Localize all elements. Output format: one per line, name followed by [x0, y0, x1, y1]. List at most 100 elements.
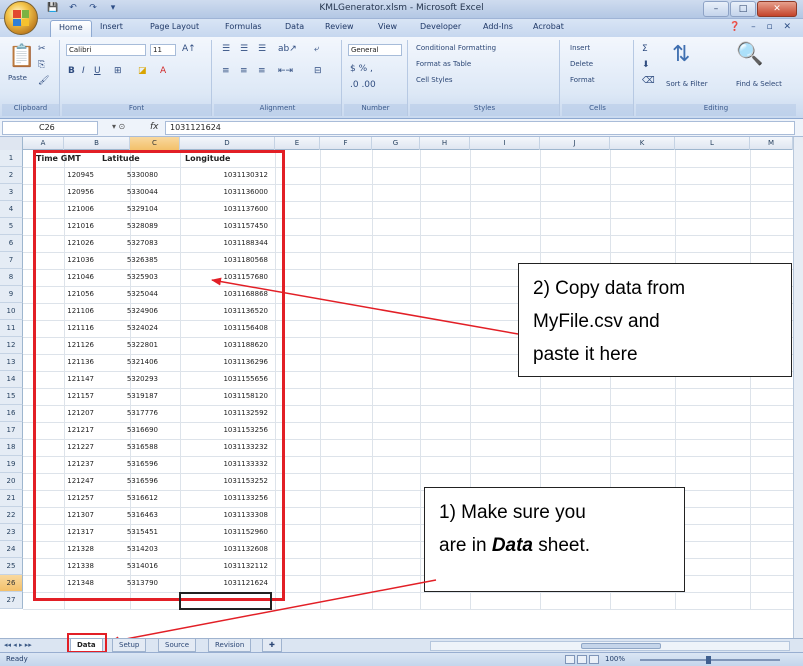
format-cells-button[interactable]: Format — [570, 76, 595, 84]
sort-filter-icon[interactable]: ⇅ — [672, 42, 690, 67]
row-header[interactable]: 2 — [0, 167, 23, 184]
row-header[interactable]: 27 — [0, 592, 23, 609]
tab-formulas[interactable]: Formulas — [225, 22, 262, 31]
indent-icon[interactable]: ⇤⇥ — [278, 66, 293, 76]
find-select-label[interactable]: Find & Select — [736, 80, 782, 88]
name-box[interactable]: C26 — [2, 121, 98, 135]
row-header[interactable]: 22 — [0, 507, 23, 524]
row-header[interactable]: 17 — [0, 422, 23, 439]
redo-icon[interactable]: ↷ — [86, 2, 100, 15]
row-header[interactable]: 1 — [0, 150, 23, 167]
save-icon[interactable]: 💾 — [46, 2, 60, 15]
row-header[interactable]: 6 — [0, 235, 23, 252]
row-header[interactable]: 13 — [0, 354, 23, 371]
column-header-m[interactable]: M — [750, 137, 793, 150]
minimize-button[interactable]: – — [703, 1, 729, 17]
delete-cells-button[interactable]: Delete — [570, 60, 593, 68]
align-left-icon[interactable]: ≡ — [222, 66, 230, 76]
orientation-icon[interactable]: ab↗ — [278, 44, 297, 54]
row-header[interactable]: 14 — [0, 371, 23, 388]
italic-icon[interactable]: I — [82, 66, 85, 76]
page-layout-view-icon[interactable] — [577, 655, 587, 664]
column-header-e[interactable]: E — [275, 137, 320, 150]
row-header[interactable]: 16 — [0, 405, 23, 422]
scroll-thumb[interactable] — [581, 643, 661, 649]
copy-icon[interactable]: ⎘ — [38, 60, 45, 70]
row-header[interactable]: 7 — [0, 252, 23, 269]
column-header-d[interactable]: D — [180, 137, 275, 150]
align-middle-icon[interactable]: ☰ — [240, 44, 248, 54]
align-center-icon[interactable]: ≡ — [240, 66, 248, 76]
align-top-icon[interactable]: ☰ — [222, 44, 230, 54]
format-as-table-button[interactable]: Format as Table — [416, 60, 471, 68]
font-color-icon[interactable]: A — [160, 66, 166, 76]
row-header[interactable]: 21 — [0, 490, 23, 507]
undo-icon[interactable]: ↶ — [66, 2, 80, 15]
column-header-j[interactable]: J — [540, 137, 610, 150]
paste-icon[interactable]: 📋 — [8, 44, 35, 69]
insert-cells-button[interactable]: Insert — [570, 44, 590, 52]
column-header-a[interactable]: A — [23, 137, 64, 150]
sheet-tab-source[interactable]: Source — [158, 639, 197, 652]
zoom-level[interactable]: 100% — [605, 655, 625, 663]
tab-home[interactable]: Home — [50, 20, 92, 37]
normal-view-icon[interactable] — [565, 655, 575, 664]
format-painter-icon[interactable]: 🖌 — [38, 76, 49, 86]
align-bottom-icon[interactable]: ☰ — [258, 44, 266, 54]
row-header[interactable]: 3 — [0, 184, 23, 201]
vertical-scrollbar[interactable] — [793, 137, 803, 638]
sheet-tab-setup[interactable]: Setup — [112, 639, 147, 652]
cell-styles-button[interactable]: Cell Styles — [416, 76, 453, 84]
wrap-text-icon[interactable]: ⤶ — [314, 44, 319, 54]
row-header[interactable]: 20 — [0, 473, 23, 490]
customize-qat-icon[interactable]: ▾ — [106, 2, 120, 15]
row-header[interactable]: 19 — [0, 456, 23, 473]
row-header[interactable]: 8 — [0, 269, 23, 286]
tab-view[interactable]: View — [378, 22, 397, 31]
find-select-icon[interactable]: 🔍 — [736, 42, 763, 67]
row-header[interactable]: 15 — [0, 388, 23, 405]
fill-icon[interactable]: ⬇ — [642, 60, 650, 70]
align-right-icon[interactable]: ≡ — [258, 66, 266, 76]
row-header[interactable]: 12 — [0, 337, 23, 354]
row-header[interactable]: 23 — [0, 524, 23, 541]
row-header[interactable]: 11 — [0, 320, 23, 337]
horizontal-scrollbar[interactable] — [430, 641, 790, 651]
insert-sheet-icon[interactable]: ✚ — [262, 639, 282, 652]
row-header[interactable]: 25 — [0, 558, 23, 575]
row-header[interactable]: 24 — [0, 541, 23, 558]
bold-icon[interactable]: B — [68, 66, 75, 76]
column-header-g[interactable]: G — [372, 137, 420, 150]
decimal-icon[interactable]: .0 .00 — [350, 80, 376, 90]
fill-color-icon[interactable]: ◪ — [138, 66, 147, 76]
merge-center-icon[interactable]: ⊟ — [314, 66, 322, 76]
row-header[interactable]: 5 — [0, 218, 23, 235]
help-icon[interactable]: ❓ – ▫ ✕ — [729, 22, 795, 32]
column-header-b[interactable]: B — [64, 137, 130, 150]
column-header-k[interactable]: K — [610, 137, 675, 150]
borders-icon[interactable]: ⊞ — [114, 66, 122, 76]
tab-developer[interactable]: Developer — [420, 22, 461, 31]
paste-label[interactable]: Paste — [8, 74, 27, 82]
column-header-c[interactable]: C — [130, 137, 180, 150]
insert-function-icon[interactable]: fx — [150, 122, 159, 132]
select-all-corner[interactable] — [0, 137, 23, 150]
tab-add-ins[interactable]: Add-Ins — [483, 22, 513, 31]
row-header[interactable]: 26 — [0, 575, 23, 592]
sheet-tab-revision[interactable]: Revision — [208, 639, 252, 652]
font-size-box[interactable]: 11 — [150, 44, 176, 56]
column-header-h[interactable]: H — [420, 137, 470, 150]
clear-icon[interactable]: ⌫ — [642, 76, 655, 86]
tab-acrobat[interactable]: Acrobat — [533, 22, 564, 31]
chevron-down-icon[interactable]: ▾ ⊙ — [112, 122, 125, 131]
tab-insert[interactable]: Insert — [100, 22, 123, 31]
column-header-l[interactable]: L — [675, 137, 750, 150]
row-header[interactable]: 9 — [0, 286, 23, 303]
autosum-icon[interactable]: Σ — [642, 44, 648, 54]
row-header[interactable]: 18 — [0, 439, 23, 456]
zoom-knob[interactable] — [706, 656, 711, 664]
cut-icon[interactable]: ✂ — [38, 44, 46, 54]
tab-review[interactable]: Review — [325, 22, 354, 31]
office-button[interactable] — [4, 1, 38, 35]
tab-data[interactable]: Data — [285, 22, 304, 31]
